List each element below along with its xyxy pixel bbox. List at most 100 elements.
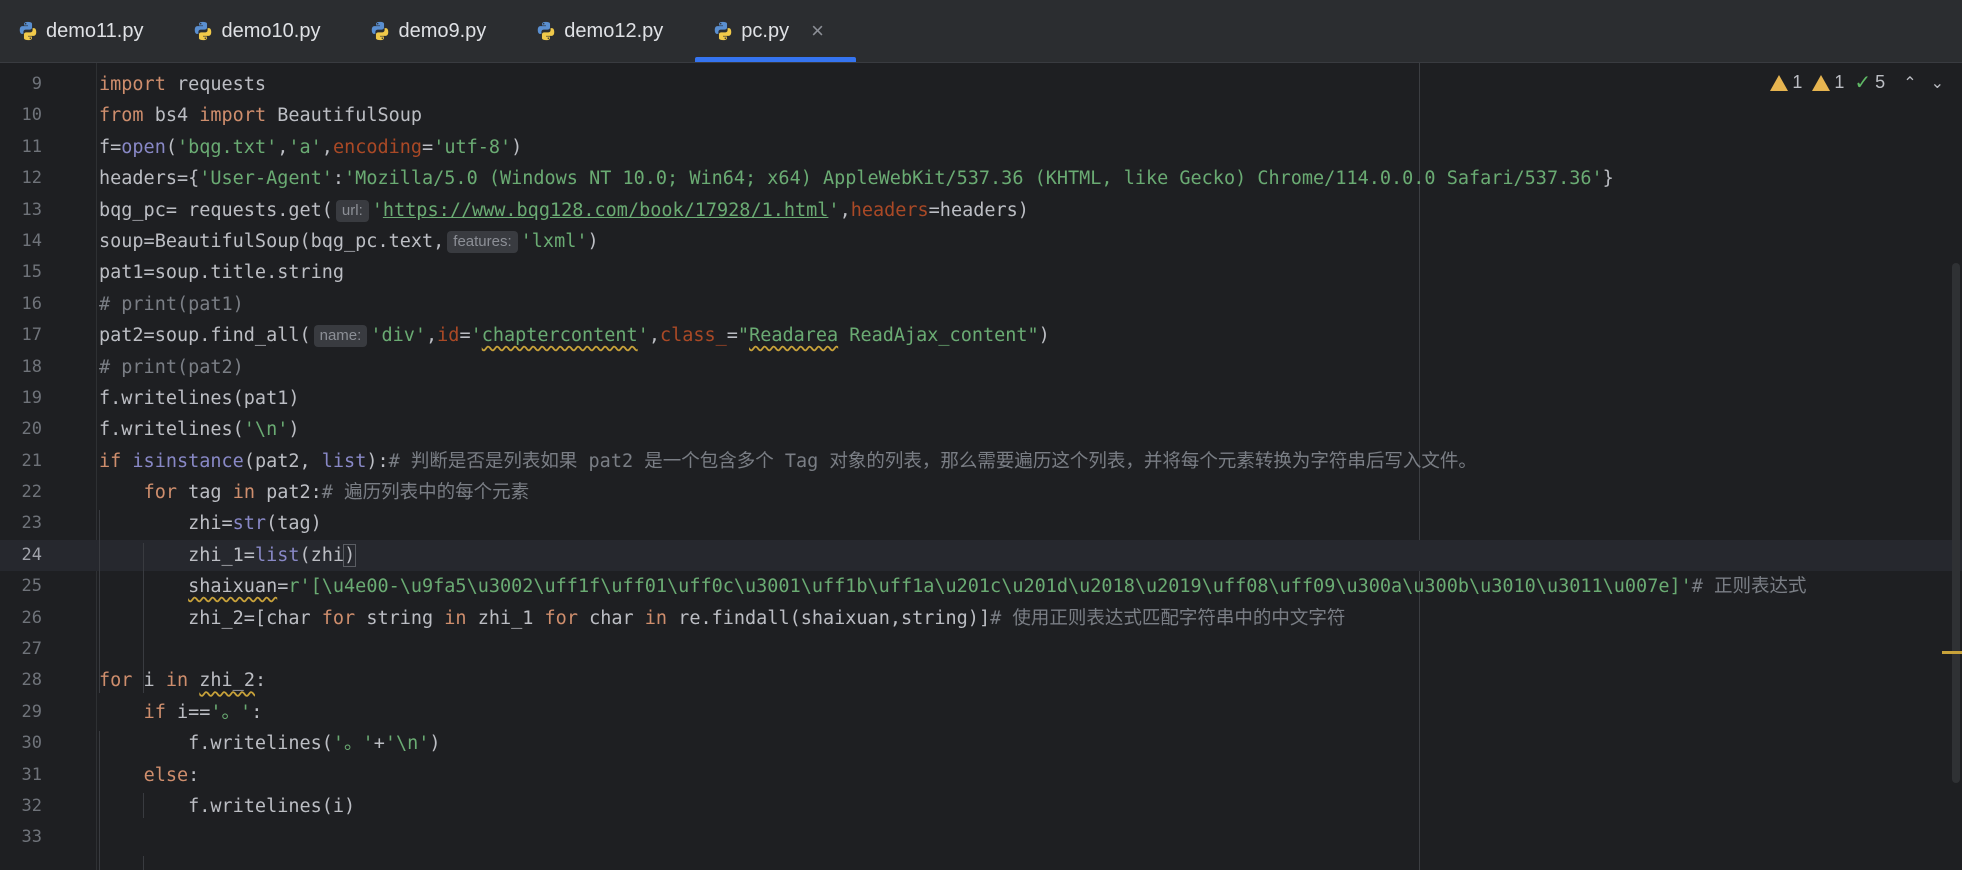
warnings-count: 1 (1792, 72, 1803, 92)
code-line[interactable]: 27 (0, 634, 1962, 665)
code-line[interactable]: 23 zhi=str(tag) (0, 508, 1962, 539)
line-number: 27 (21, 639, 42, 660)
line-code: pat2=soup.find_all(name:'div',id='chapte… (99, 325, 1050, 348)
tab-file[interactable]: demo10.py (175, 0, 352, 62)
param-hint-name: name: (313, 325, 368, 348)
line-number: 9 (31, 74, 42, 94)
code-line[interactable]: 10 from bs4 import BeautifulSoup (0, 100, 1962, 131)
code-line[interactable]: 32 f.writelines(i) (0, 791, 1962, 822)
line-code: for tag in pat2:# 遍历列表中的每个元素 (143, 482, 530, 504)
code-line[interactable]: 16 # print(pat1) (0, 289, 1962, 320)
chevron-up-icon[interactable]: ⌃ (1903, 73, 1916, 93)
line-code: else: (143, 764, 200, 786)
vertical-scrollbar[interactable] (1950, 63, 1962, 870)
tab-label: demo9.py (398, 19, 487, 42)
line-number: 28 (21, 670, 42, 691)
tab-label: demo11.py (46, 19, 144, 42)
line-number: 19 (21, 387, 42, 408)
line-code: f=open('bqg.txt','a',encoding='utf-8') (99, 136, 523, 158)
line-code: headers={'User-Agent':'Mozilla/5.0 (Wind… (99, 168, 1614, 190)
line-code: soup=BeautifulSoup(bqg_pc.text, features:… (99, 230, 599, 253)
line-number: 21 (21, 450, 42, 471)
line-number: 10 (21, 105, 42, 126)
line-code: f.writelines(i) (99, 795, 356, 817)
line-number: 11 (21, 136, 42, 157)
inspection-widget[interactable]: 1 1 ✓ 5 ⌃ ⌄ (1770, 70, 1944, 95)
line-number: 31 (21, 764, 42, 785)
indent-guide (99, 510, 100, 693)
code-line[interactable]: 17 pat2=soup.find_all(name:'div',id='chap… (0, 320, 1962, 351)
line-number: 16 (21, 293, 42, 314)
warning-icon (1770, 74, 1789, 91)
line-number: 14 (21, 230, 42, 251)
code-lines[interactable]: 9 import requests 10 from bs4 import Beaut… (0, 69, 1962, 854)
line-code: f.writelines('\n') (99, 419, 300, 441)
chevron-down-icon[interactable]: ⌄ (1931, 73, 1944, 93)
tab-active-file[interactable]: pc.py × (695, 0, 856, 62)
line-code: for i in zhi_2: (99, 670, 267, 692)
code-line[interactable]: 28 for i in zhi_2: (0, 665, 1962, 696)
code-line[interactable]: 29 if i=='。': (0, 697, 1962, 728)
line-code: bqg_pc= requests.get(url:'https://www.bq… (99, 199, 1029, 222)
code-line[interactable]: 20 f.writelines('\n') (0, 414, 1962, 445)
code-line[interactable]: 14 soup=BeautifulSoup(bqg_pc.text, feature… (0, 226, 1962, 257)
code-line[interactable]: 12 headers={'User-Agent':'Mozilla/5.0 (Wi… (0, 163, 1962, 194)
code-line[interactable]: 25 shaixuan=r'[\u4e00-\u9fa5\u3002\uff1f… (0, 571, 1962, 602)
python-file-icon (195, 21, 212, 41)
code-line[interactable]: 31 else: (0, 760, 1962, 791)
code-line[interactable]: 22 for tag in pat2:# 遍历列表中的每个元素 (0, 477, 1962, 508)
inline-comment: # 正则表达式 (1691, 576, 1807, 598)
code-line[interactable]: 18 # print(pat2) (0, 352, 1962, 383)
code-line[interactable]: 21 if isinstance(pat2, list):# 判断是否是列表如果 … (0, 446, 1962, 477)
code-line[interactable]: 26 zhi_2=[char for string in zhi_1 for c… (0, 603, 1962, 634)
code-editor[interactable]: 9 import requests 10 from bs4 import Beaut… (0, 63, 1962, 870)
indent-guide (99, 731, 100, 870)
weak-warnings-indicator[interactable]: 1 (1812, 72, 1844, 93)
indent-guide (143, 793, 144, 818)
line-code: shaixuan=r'[\u4e00-\u9fa5\u3002\uff1f\uf… (188, 576, 1807, 598)
code-line[interactable]: 13 bqg_pc= requests.get(url:'https://www.… (0, 195, 1962, 226)
regex-string: r'[\u4e00-\u9fa5\u3002\uff1f\uff01\uff0c… (288, 576, 1692, 598)
tab-file[interactable]: demo12.py (518, 0, 695, 62)
tab-file[interactable]: demo9.py (352, 0, 518, 62)
inline-comment: # 使用正则表达式匹配字符串中的中文字符 (990, 607, 1346, 629)
inline-comment: # 遍历列表中的每个元素 (321, 482, 530, 504)
line-number: 22 (21, 482, 42, 503)
check-icon: ✓ (1854, 72, 1872, 94)
warning-marker[interactable] (1942, 651, 1962, 654)
ok-count: 5 (1875, 72, 1886, 92)
code-line[interactable]: 11 f=open('bqg.txt','a',encoding='utf-8') (0, 132, 1962, 163)
python-file-icon (19, 21, 37, 41)
line-number: 15 (21, 262, 42, 283)
line-code: f.writelines(pat1) (99, 387, 300, 409)
close-icon[interactable]: × (811, 20, 824, 42)
line-number: 30 (21, 733, 42, 754)
ok-indicator[interactable]: ✓ 5 (1854, 70, 1885, 95)
line-number: 33 (21, 827, 42, 848)
line-code: pat1=soup.title.string (99, 262, 345, 284)
request-url-link[interactable]: https://www.bqg128.com/book/17928/1.html (383, 200, 829, 221)
line-code: zhi_2=[char for string in zhi_1 for char… (99, 607, 1346, 629)
line-number: 23 (21, 513, 42, 534)
line-code: # print(pat2) (99, 356, 244, 378)
weak-warning-icon (1812, 74, 1831, 91)
code-line[interactable]: 33 (0, 822, 1962, 853)
python-file-icon (715, 21, 732, 41)
tab-label: demo10.py (221, 19, 321, 42)
code-line[interactable]: 19 f.writelines(pat1) (0, 383, 1962, 414)
line-number: 13 (21, 199, 42, 220)
scrollbar-thumb[interactable] (1952, 263, 1960, 783)
code-line[interactable]: 9 import requests (0, 69, 1962, 100)
line-number: 12 (21, 168, 42, 189)
current-code-line[interactable]: 24 zhi_1=list(zhi) (0, 539, 1962, 572)
line-number: 24 (21, 544, 42, 565)
tab-file[interactable]: demo11.py (0, 0, 175, 62)
line-code: f.writelines('。'+'\n') (99, 733, 441, 755)
code-line[interactable]: 15 pat1=soup.title.string (0, 257, 1962, 288)
line-number: 17 (21, 325, 42, 346)
line-code: import requests (99, 74, 267, 95)
warnings-indicator[interactable]: 1 (1770, 72, 1802, 93)
param-hint-features: features: (447, 230, 518, 253)
code-line[interactable]: 30 f.writelines('。'+'\n') (0, 728, 1962, 759)
line-code: from bs4 import BeautifulSoup (99, 105, 423, 127)
